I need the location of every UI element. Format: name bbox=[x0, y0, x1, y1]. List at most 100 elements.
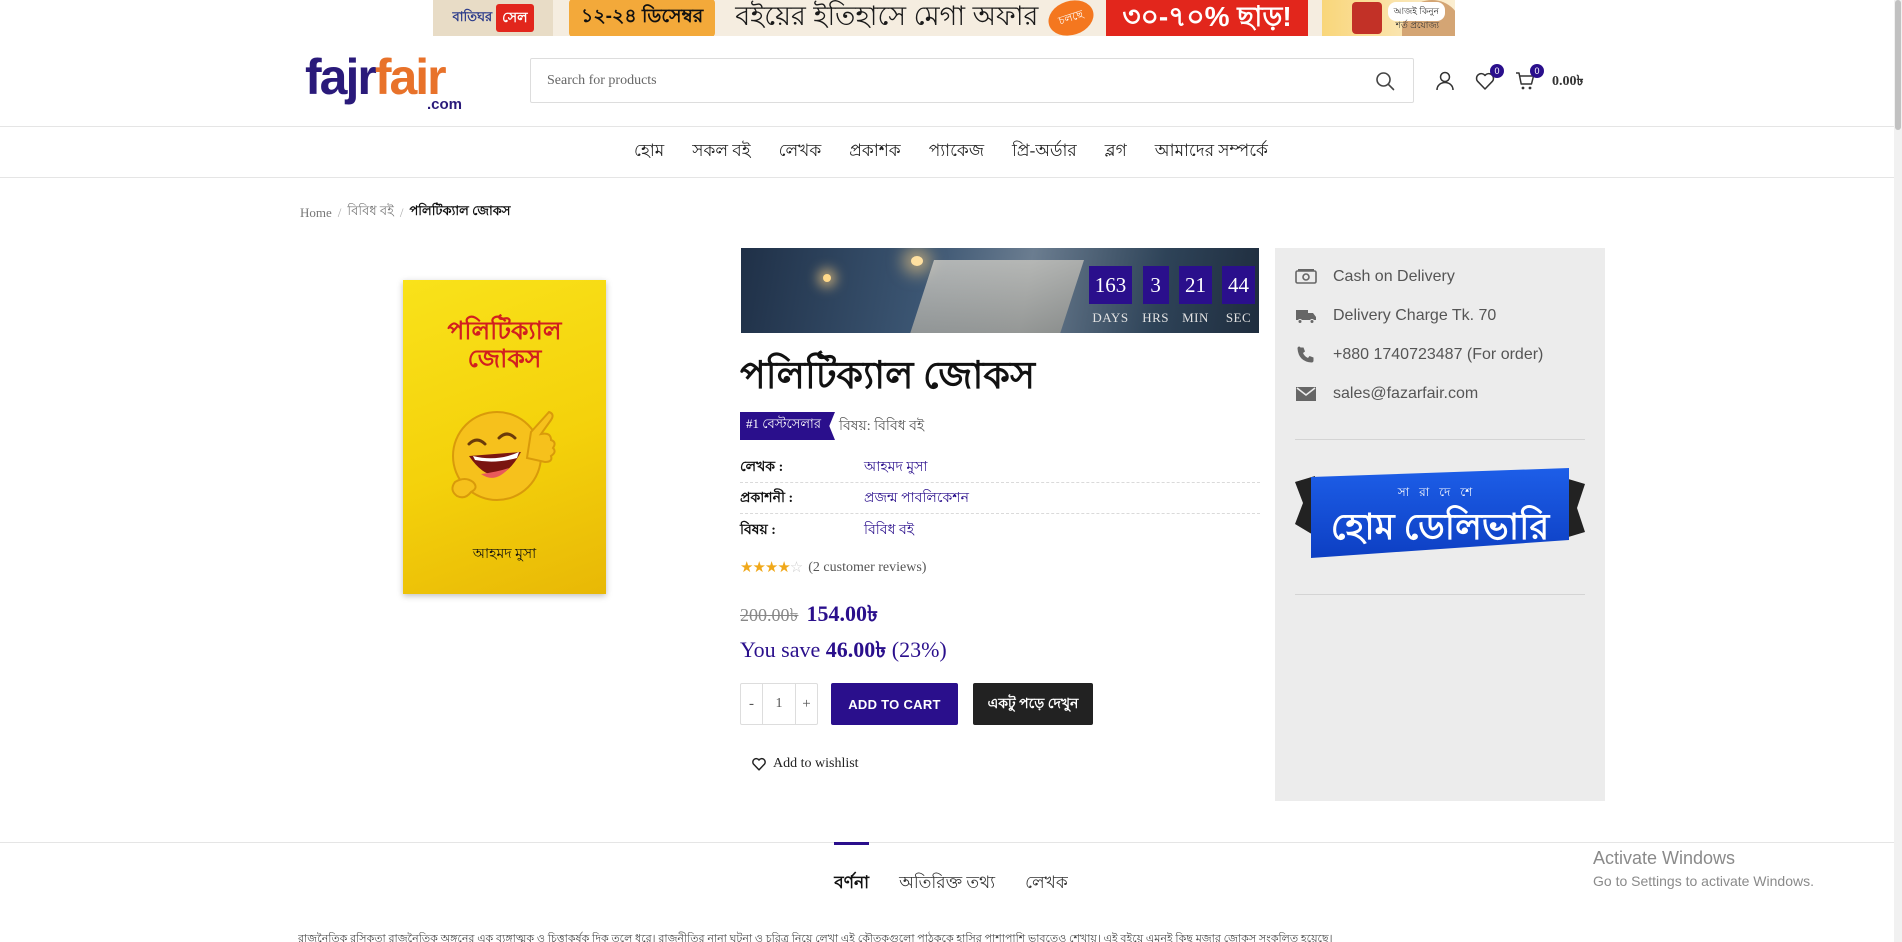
open-book-image bbox=[908, 260, 1084, 333]
main-nav: হোম সকল বই লেখক প্রকাশক প্যাকেজ প্রি-অর্… bbox=[0, 127, 1902, 177]
promo-banner[interactable]: বাতিঘর সেল ১২-২৪ ডিসেম্বর বইয়ের ইতিহাসে… bbox=[433, 0, 1455, 36]
save-amount: 46.00৳ bbox=[825, 637, 887, 662]
bestseller-badge[interactable]: #1 বেস্টসেলার bbox=[740, 412, 835, 440]
info-cash-on-delivery: Cash on Delivery bbox=[1295, 266, 1455, 288]
sidebar-divider bbox=[1295, 439, 1585, 440]
heart-icon bbox=[752, 757, 766, 771]
sale-price: 154.00৳ bbox=[806, 601, 878, 626]
promo-terms: শর্ত প্রযোজ্য bbox=[1395, 20, 1439, 30]
info-text[interactable]: sales@fazarfair.com bbox=[1333, 385, 1478, 403]
nav-item-authors[interactable]: লেখক bbox=[779, 138, 822, 166]
product-rating: ★★★★☆ (2 customer reviews) bbox=[740, 558, 926, 577]
page-scrollbar[interactable] bbox=[1894, 0, 1902, 942]
breadcrumb: Home / বিবিধ বই / পলিটিক্যাল জোকস bbox=[300, 202, 510, 223]
account-icon[interactable] bbox=[1430, 66, 1460, 96]
add-to-wishlist-link[interactable]: Add to wishlist bbox=[751, 756, 859, 772]
product-category-link[interactable]: বিষয়: বিবিধ বই bbox=[839, 414, 924, 438]
cover-title: পলিটিক্যাল জোকস bbox=[447, 318, 562, 373]
nav-item-pre-order[interactable]: প্রি-অর্ডার bbox=[1012, 138, 1077, 166]
nav-item-all-books[interactable]: সকল বই bbox=[692, 138, 750, 166]
promo-sale-tag: সেল bbox=[496, 4, 534, 32]
search-icon[interactable] bbox=[1373, 69, 1397, 93]
breadcrumb-current: পলিটিক্যাল জোকস bbox=[409, 203, 511, 218]
reviews-link[interactable]: (2 customer reviews) bbox=[808, 560, 926, 576]
countdown-hours: 3 HRS bbox=[1142, 266, 1169, 326]
mail-icon bbox=[1295, 383, 1317, 405]
meta-key: বিষয় : bbox=[740, 522, 776, 538]
nav-item-packages[interactable]: প্যাকেজ bbox=[929, 138, 984, 166]
countdown-seconds: 44 SEC bbox=[1222, 266, 1255, 326]
home-delivery-banner: সারাদেশে হোম ডেলিভারি bbox=[1295, 468, 1585, 558]
candle-light bbox=[823, 274, 831, 282]
nav-item-blog[interactable]: ব্লগ bbox=[1105, 138, 1127, 166]
countdown-label: HRS bbox=[1142, 310, 1169, 325]
phone-icon bbox=[1295, 344, 1317, 366]
countdown-label: SEC bbox=[1225, 310, 1252, 325]
product-meta: লেখক : আহমদ মুসা প্রকাশনী : প্রজন্ম পাবল… bbox=[740, 452, 1260, 545]
site-logo[interactable]: fajrfair .com bbox=[305, 50, 485, 116]
tab-additional-info[interactable]: অতিরিক্ত তথ্য bbox=[899, 842, 995, 902]
laughing-emoji-icon bbox=[451, 410, 556, 501]
quantity-decrease-button[interactable]: - bbox=[741, 684, 763, 724]
save-percent: (23%) bbox=[891, 637, 947, 662]
watermark-title: Activate Windows bbox=[1593, 848, 1736, 868]
meta-author-link[interactable]: আহমদ মুসা bbox=[864, 455, 927, 479]
quantity-input[interactable]: 1 bbox=[763, 684, 795, 724]
countdown-value: 44 bbox=[1222, 266, 1255, 304]
header-actions: 0 0 0.00৳ bbox=[1430, 64, 1583, 96]
countdown-minutes: 21 MIN bbox=[1179, 266, 1212, 326]
info-text: Cash on Delivery bbox=[1333, 268, 1455, 285]
tab-author[interactable]: লেখক bbox=[1025, 842, 1068, 902]
quantity-increase-button[interactable]: + bbox=[795, 684, 817, 724]
add-to-cart-button[interactable]: ADD TO CART bbox=[831, 683, 958, 725]
info-text: Delivery Charge Tk. 70 bbox=[1333, 307, 1497, 324]
activate-windows-watermark: Activate Windows Go to Settings to activ… bbox=[1593, 848, 1814, 889]
info-text[interactable]: +880 1740723487 (For order) bbox=[1333, 346, 1543, 364]
cart-count: 0 bbox=[1530, 64, 1544, 78]
truck-icon bbox=[1295, 305, 1317, 327]
meta-subject-link[interactable]: বিবিধ বই bbox=[864, 518, 914, 542]
meta-row-author: লেখক : আহমদ মুসা bbox=[740, 452, 1260, 483]
nav-item-publishers[interactable]: প্রকাশক bbox=[849, 138, 900, 166]
price-block: 200.00৳ 154.00৳ bbox=[740, 597, 878, 634]
quantity-stepper: - 1 + bbox=[740, 683, 818, 725]
nav-item-home[interactable]: হোম bbox=[634, 138, 664, 166]
save-prefix: You save bbox=[740, 637, 821, 662]
info-delivery-charge: Delivery Charge Tk. 70 bbox=[1295, 305, 1496, 327]
bestseller-row: #1 বেস্টসেলার বিষয়: বিবিধ বই bbox=[740, 412, 924, 440]
promo-book-image bbox=[1351, 2, 1382, 34]
product-image[interactable]: পলিটিক্যাল জোকস আহমদ মুসা bbox=[403, 280, 606, 594]
countdown-banner: 163 DAYS 3 HRS 21 MIN 44 SEC bbox=[741, 248, 1259, 333]
breadcrumb-home[interactable]: Home bbox=[300, 205, 332, 221]
savings-text: You save 46.00৳ (23%) bbox=[740, 633, 947, 670]
cart-total[interactable]: 0.00৳ bbox=[1552, 69, 1583, 93]
candle-light bbox=[911, 256, 923, 266]
countdown-value: 3 bbox=[1142, 266, 1169, 304]
cash-icon bbox=[1295, 266, 1317, 288]
countdown-label: MIN bbox=[1182, 310, 1209, 325]
star-rating-icon: ★★★★☆ bbox=[740, 560, 803, 576]
breadcrumb-separator: / bbox=[337, 204, 342, 220]
info-email: sales@fazarfair.com bbox=[1295, 383, 1478, 405]
info-sidebar: Cash on Delivery Delivery Charge Tk. 70 … bbox=[1275, 248, 1605, 801]
promo-artwork: আজই কিনুন শর্ত প্রযোজ্য bbox=[1321, 0, 1455, 36]
read-sample-button[interactable]: একটু পড়ে দেখুন bbox=[973, 683, 1093, 725]
meta-publisher-link[interactable]: প্রজন্ম পাবলিকেশন bbox=[864, 486, 969, 510]
search-input[interactable] bbox=[547, 72, 1373, 89]
cover-author: আহমদ মুসা bbox=[472, 547, 537, 562]
info-phone: +880 1740723487 (For order) bbox=[1295, 344, 1543, 366]
nav-divider bbox=[0, 177, 1902, 178]
nav-item-about[interactable]: আমাদের সম্পর্কে bbox=[1155, 138, 1268, 166]
tab-description[interactable]: বর্ণনা bbox=[834, 842, 869, 902]
wishlist-count: 0 bbox=[1490, 64, 1504, 78]
countdown-timer: 163 DAYS 3 HRS 21 MIN 44 SEC bbox=[1088, 266, 1255, 326]
description-text: রাজনৈতিক রসিকতা রাজনৈতিক অঙ্গনের এক ব্যঙ… bbox=[298, 933, 1333, 942]
watermark-subtitle: Go to Settings to activate Windows. bbox=[1593, 873, 1814, 889]
scrollbar-thumb[interactable] bbox=[1895, 0, 1901, 130]
old-price: 200.00৳ bbox=[740, 605, 799, 625]
breadcrumb-separator: / bbox=[399, 204, 404, 220]
breadcrumb-category[interactable]: বিবিধ বই bbox=[347, 202, 393, 223]
wishlist-icon[interactable]: 0 bbox=[1470, 64, 1504, 96]
cart-icon[interactable]: 0 bbox=[1510, 64, 1544, 96]
promo-headline: বইয়ের ইতিহাসে মেগা অফার bbox=[735, 0, 1039, 31]
